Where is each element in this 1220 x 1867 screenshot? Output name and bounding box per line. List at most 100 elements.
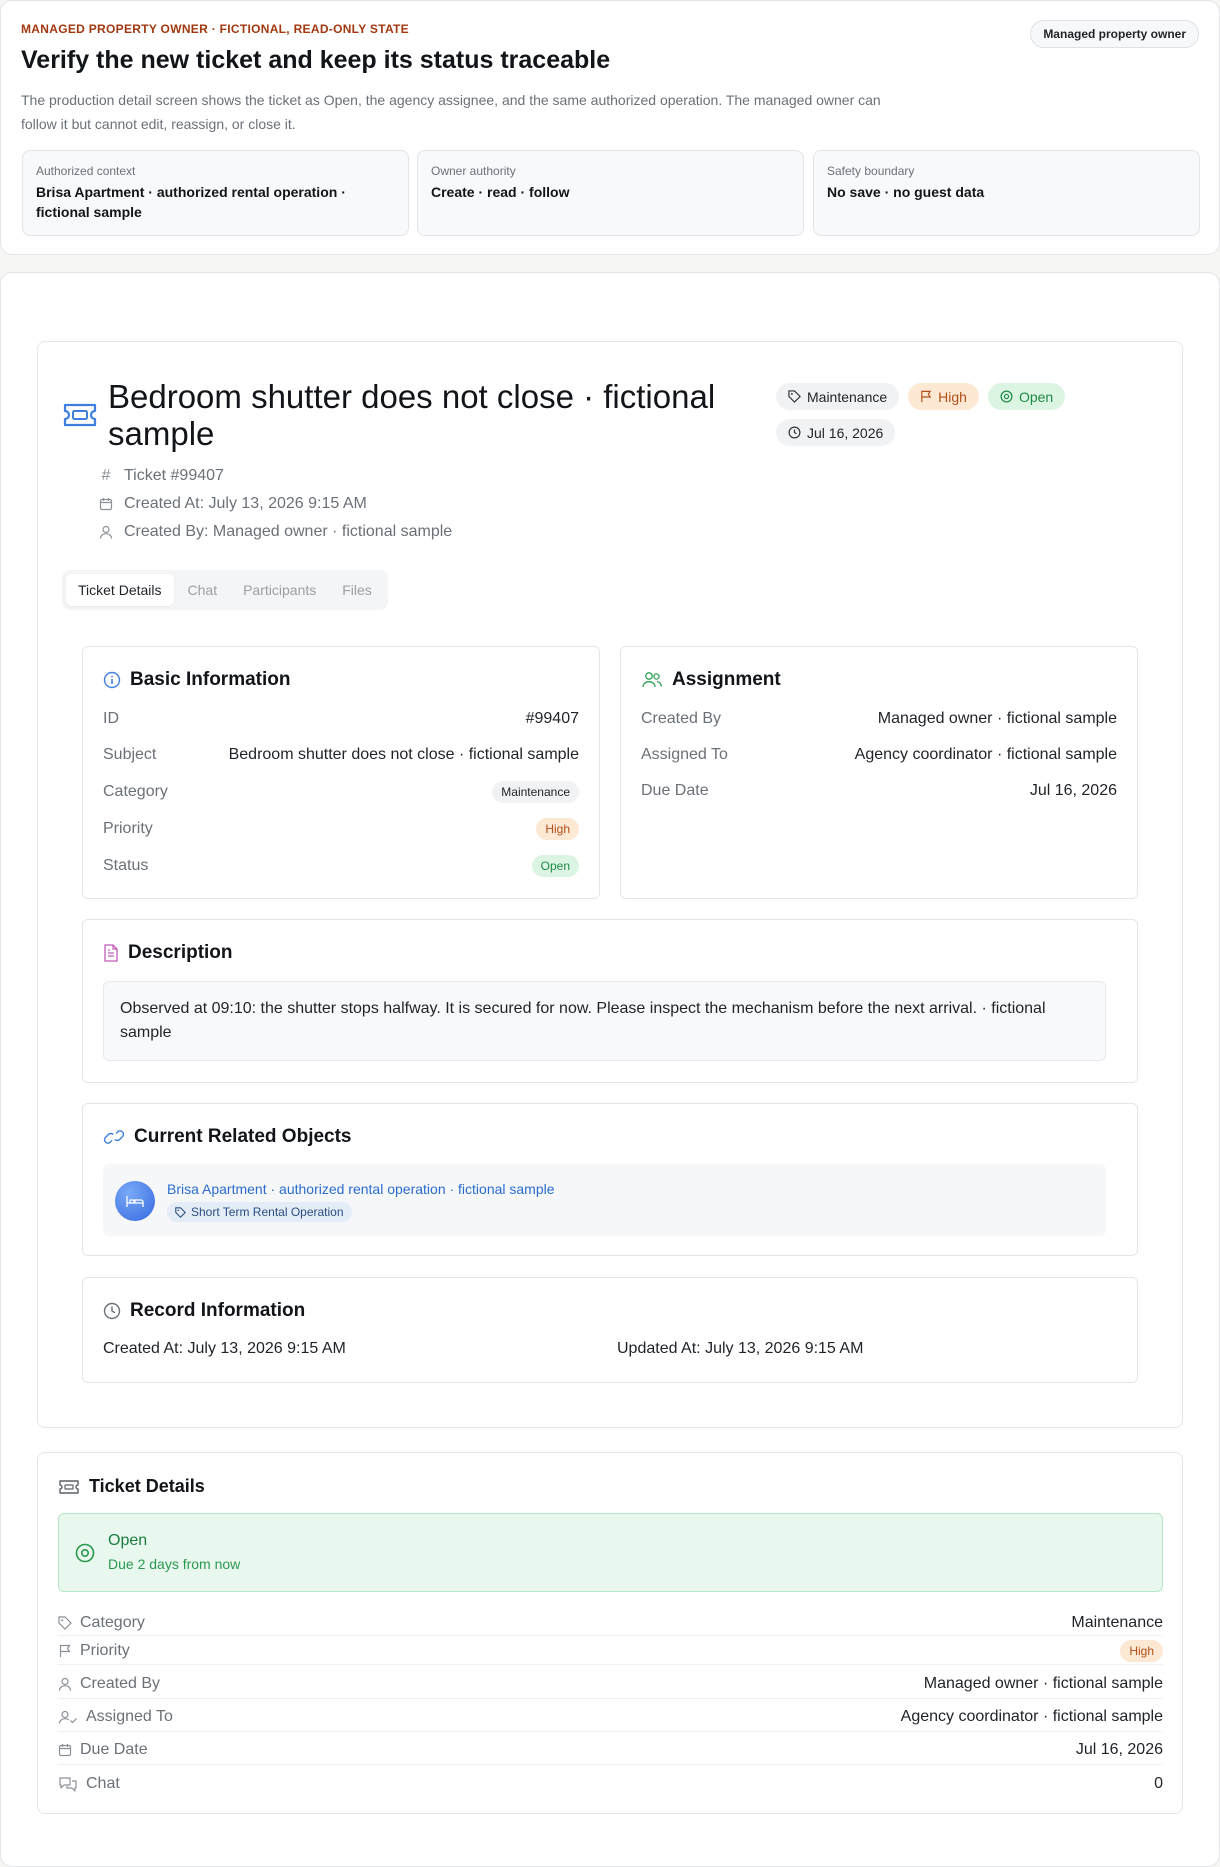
status-badge-label: Open	[1018, 388, 1054, 405]
flag-icon	[921, 390, 932, 403]
status-badge: Open	[987, 383, 1066, 410]
context-card-label: Authorized context	[36, 164, 136, 178]
tab-chat[interactable]: Chat	[176, 574, 230, 606]
ticket-number-text: Ticket #99407	[124, 467, 224, 484]
status-circle-icon	[1000, 390, 1013, 403]
ticket-icon	[63, 403, 97, 427]
priority-pill: High	[1120, 1639, 1163, 1662]
assignment-row-value: Managed owner · fictional sample	[877, 710, 1117, 727]
context-card-label: Owner authority	[431, 164, 516, 178]
bed-icon	[115, 1181, 155, 1221]
ticket-number: # Ticket #99407	[98, 467, 224, 485]
record-information-panel: Record Information Created At: July 13, …	[82, 1277, 1138, 1383]
info-row-label: Subject	[103, 746, 157, 763]
related-object-link[interactable]: Brisa Apartment · authorized rental oper…	[167, 1181, 555, 1197]
tab-ticket-details[interactable]: Ticket Details	[66, 574, 174, 606]
info-row-label: Category	[103, 783, 168, 800]
details-row-label: Chat	[58, 1775, 120, 1793]
context-banner: MANAGED PROPERTY OWNER · FICTIONAL, READ…	[0, 0, 1220, 255]
related-objects-panel: Current Related Objects Brisa Apartment …	[82, 1103, 1138, 1256]
priority-badge: High	[908, 383, 979, 410]
details-row-label: Due Date	[58, 1741, 148, 1759]
flag-icon	[59, 1644, 71, 1657]
hash-icon: #	[101, 467, 111, 484]
info-row-value: Bedroom shutter does not close · fiction…	[228, 746, 579, 763]
due-date-badge: Jul 16, 2026	[776, 419, 896, 446]
basic-information-panel: Basic Information ID #99407 Subject Bedr…	[82, 646, 600, 899]
ticket-created-by-text: Created By: Managed owner · fictional sa…	[124, 523, 453, 540]
ticket-details-title: Ticket Details	[89, 1476, 205, 1496]
assignment-panel: Assignment Created By Managed owner · fi…	[620, 646, 1138, 899]
details-row-label-text: Category	[80, 1614, 145, 1631]
ticket-created-at-text: Created At: July 13, 2026 9:15 AM	[124, 495, 367, 512]
description-text: Observed at 09:10: the shutter stops hal…	[103, 981, 1106, 1061]
status-summary: Open Due 2 days from now	[58, 1513, 1163, 1592]
assignment-heading: Assignment	[641, 669, 781, 691]
info-row-category: Category Maintenance	[103, 780, 579, 804]
user-icon	[98, 524, 114, 540]
related-objects-title: Current Related Objects	[134, 1126, 352, 1147]
role-badge: Managed property owner	[1030, 20, 1199, 48]
ticket-details-card: Ticket Details Open Due 2 days from now …	[37, 1452, 1183, 1814]
clock-icon	[103, 1302, 121, 1320]
ticket-icon	[59, 1479, 79, 1494]
banner-description: The production detail screen shows the t…	[21, 92, 881, 132]
tab-participants[interactable]: Participants	[231, 574, 328, 606]
info-row-priority: Priority High	[103, 817, 579, 841]
calendar-icon	[58, 1743, 72, 1756]
ticket-badges: Maintenance High Open Jul 16, 2026	[776, 383, 1076, 446]
related-object-tag: Short Term Rental Operation	[167, 1202, 352, 1222]
banner-eyebrow: MANAGED PROPERTY OWNER · FICTIONAL, READ…	[21, 22, 409, 36]
details-row-label: Priority	[58, 1642, 130, 1660]
info-row-value: #99407	[525, 710, 579, 727]
assignment-row-created-by: Created By Managed owner · fictional sam…	[641, 707, 1117, 731]
info-row-subject: Subject Bedroom shutter does not close ·…	[103, 743, 579, 767]
tag-icon	[788, 390, 801, 403]
assignment-row-assigned-to: Assigned To Agency coordinator · fiction…	[641, 743, 1117, 767]
related-objects-heading: Current Related Objects	[103, 1126, 352, 1148]
status-pill: Open	[531, 855, 579, 877]
record-updated-at: Updated At: July 13, 2026 9:15 AM	[617, 1340, 864, 1357]
details-row-label: Category	[58, 1614, 145, 1632]
info-row-label: ID	[103, 710, 119, 727]
user-icon	[58, 1677, 72, 1691]
assignment-row-label: Due Date	[641, 782, 709, 799]
context-card-label: Safety boundary	[827, 164, 915, 178]
details-row-due-date: Due Date Jul 16, 2026	[58, 1735, 1163, 1765]
status-summary-subtitle: Due 2 days from now	[108, 1556, 241, 1572]
assignment-row-label: Created By	[641, 710, 722, 727]
basic-information-heading: Basic Information	[103, 669, 290, 691]
category-badge-label: Maintenance	[807, 388, 888, 405]
priority-pill: High	[536, 818, 579, 840]
tag-icon	[58, 1616, 72, 1630]
clock-icon	[788, 426, 801, 439]
info-row-status: Status Open	[103, 854, 579, 878]
description-heading: Description	[103, 942, 233, 964]
ticket-details-heading: Ticket Details	[58, 1476, 205, 1497]
users-icon	[642, 672, 662, 688]
basic-information-title: Basic Information	[130, 669, 291, 690]
info-row-id: ID #99407	[103, 707, 579, 731]
info-row-label: Status	[103, 857, 149, 874]
context-card-safety: Safety boundary No save · no guest data	[813, 150, 1200, 236]
record-information-title: Record Information	[130, 1300, 306, 1321]
assignment-row-value: Agency coordinator · fictional sample	[854, 746, 1117, 763]
context-card-authority: Owner authority Create · read · follow	[417, 150, 804, 236]
link-icon	[103, 1130, 125, 1144]
related-object-item[interactable]: Brisa Apartment · authorized rental oper…	[103, 1164, 1106, 1236]
context-card-value: Brisa Apartment · authorized rental oper…	[36, 184, 346, 220]
document-icon	[104, 944, 118, 962]
details-row-category: Category Maintenance	[58, 1611, 1163, 1636]
details-row-value: Managed owner · fictional sample	[923, 1674, 1163, 1692]
description-panel: Description Observed at 09:10: the shutt…	[82, 919, 1138, 1083]
category-pill: Maintenance	[492, 781, 579, 803]
assignment-row-value: Jul 16, 2026	[1029, 782, 1117, 799]
status-circle-icon	[75, 1543, 95, 1563]
context-card-value: No save · no guest data	[827, 184, 985, 200]
assignment-title: Assignment	[672, 669, 781, 690]
details-row-value: Maintenance	[1071, 1614, 1163, 1631]
details-row-label-text: Priority	[80, 1641, 130, 1659]
tab-files[interactable]: Files	[330, 574, 384, 606]
record-created-at: Created At: July 13, 2026 9:15 AM	[103, 1340, 346, 1357]
banner-title: Verify the new ticket and keep its statu…	[21, 46, 611, 74]
